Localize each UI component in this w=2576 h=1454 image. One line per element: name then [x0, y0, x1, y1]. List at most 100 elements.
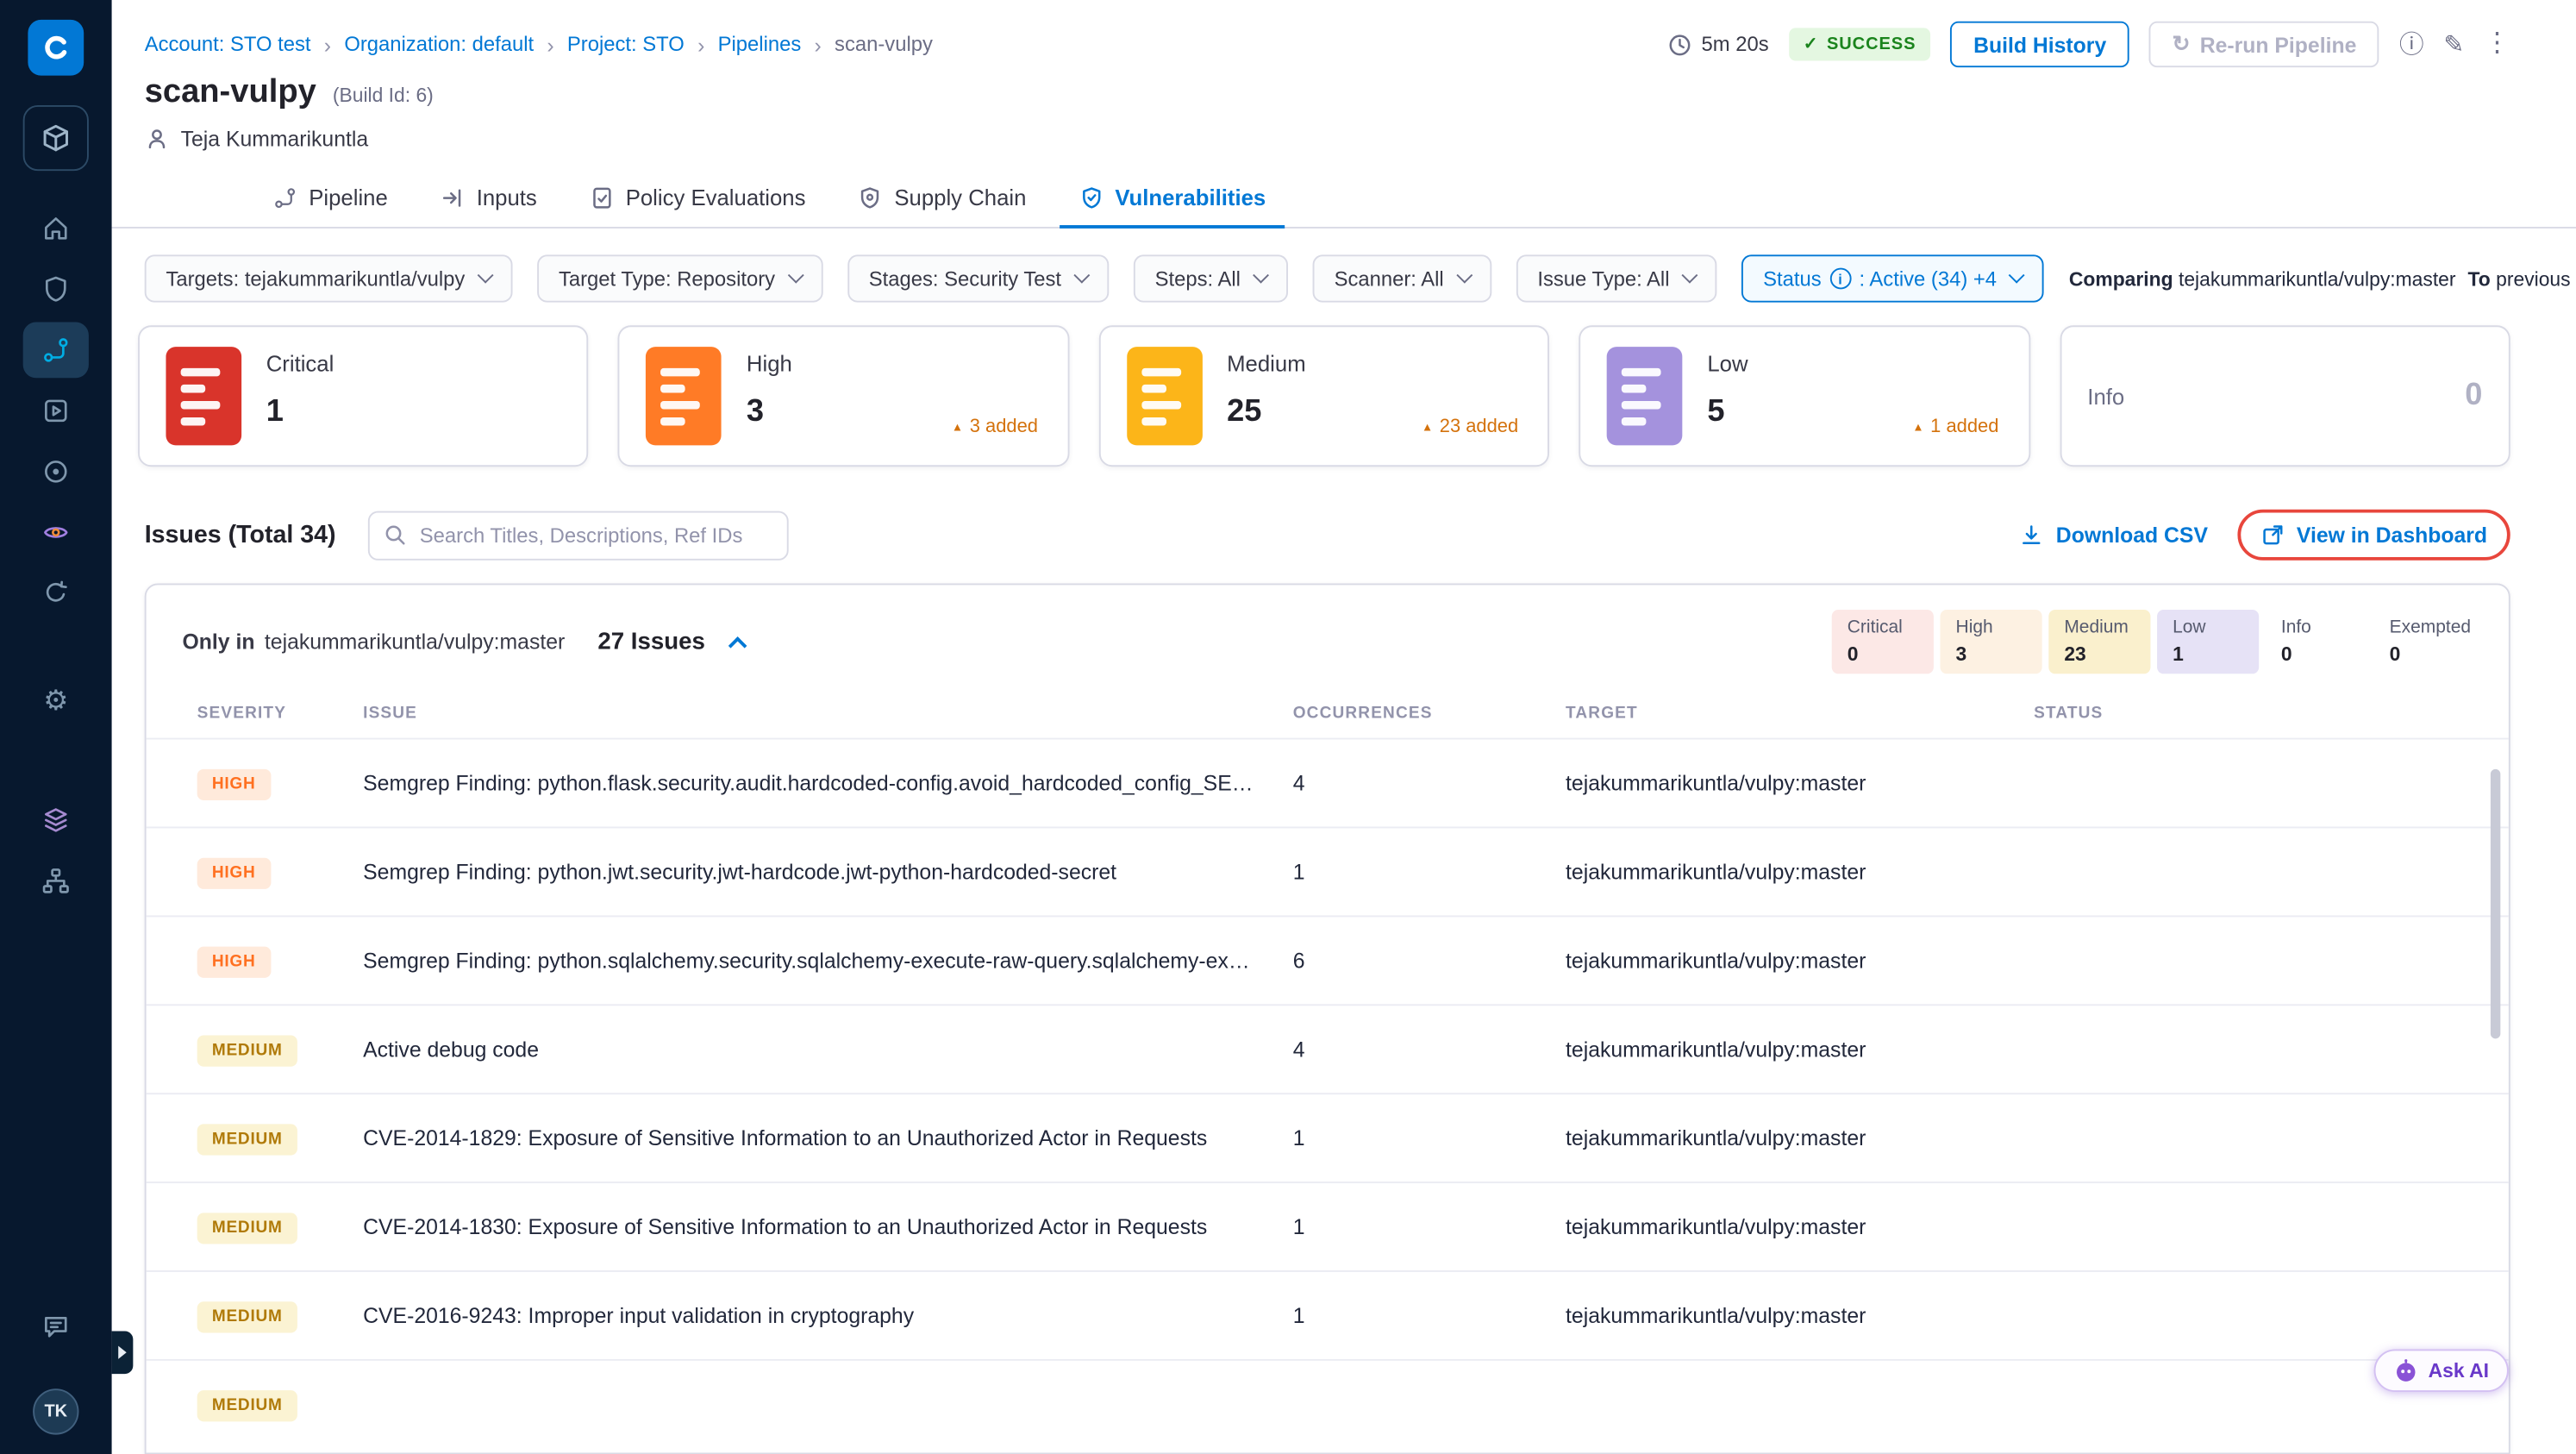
breadcrumb-project[interactable]: Project: STO — [567, 33, 685, 56]
card-label: Medium — [1227, 351, 1306, 377]
tab-pipeline[interactable]: Pipeline — [253, 171, 407, 229]
collapse-chevron-icon[interactable] — [728, 636, 747, 655]
added-indicator: ▲ 1 added — [1912, 417, 1998, 437]
chat-icon[interactable] — [23, 1298, 89, 1354]
issues-actions: Download CSV View in Dashboard — [2020, 509, 2510, 561]
ask-ai-button[interactable]: Ask AI — [2373, 1349, 2509, 1393]
nav-home-icon[interactable] — [23, 200, 89, 256]
status-filter[interactable]: Status i : Active (34) +4 — [1741, 254, 2045, 303]
nav-module-layers-icon[interactable] — [23, 792, 89, 848]
nav-shield-scan-icon[interactable] — [23, 261, 89, 317]
card-label: High — [746, 351, 792, 377]
project-selector-icon[interactable] — [22, 104, 89, 172]
kebab-menu-icon[interactable]: ⋮ — [2484, 30, 2510, 57]
duration-value: 5m 20s — [1701, 33, 1769, 56]
breadcrumb-account[interactable]: Account: STO test — [145, 33, 311, 56]
only-in-label: Only in — [182, 629, 255, 655]
view-in-dashboard-button[interactable]: View in Dashboard — [2260, 523, 2487, 548]
breadcrumb-organization[interactable]: Organization: default — [344, 33, 534, 56]
high-card[interactable]: High 3 ▲ 3 added — [618, 325, 1070, 467]
vulnerabilities-tab-icon — [1079, 185, 1104, 210]
issue-title[interactable]: CVE-2014-1829: Exposure of Sensitive Inf… — [363, 1125, 1293, 1150]
title-row: scan-vulpy (Build Id: 6) — [112, 67, 2576, 111]
steps-filter[interactable]: Steps: All — [1133, 254, 1289, 303]
occurrences-count: 1 — [1292, 1303, 1305, 1328]
stages-filter-label: Stages: Security Test — [868, 266, 1062, 291]
table-header-row: SEVERITY ISSUE OCCURRENCES TARGET STATUS — [147, 688, 2509, 737]
issue-title[interactable]: Semgrep Finding: python.flask.security.a… — [363, 771, 1293, 796]
added-count: 23 added — [1439, 417, 1519, 437]
table-row[interactable]: MEDIUM CVE-2014-1830: Exposure of Sensit… — [146, 1181, 2509, 1270]
chevron-down-icon — [1681, 266, 1698, 284]
card-count: 5 — [1707, 394, 1725, 429]
issue-type-filter[interactable]: Issue Type: All — [1516, 254, 1717, 303]
issue-title[interactable]: Semgrep Finding: python.jwt.security.jwt… — [363, 860, 1293, 885]
nav-pipelines-icon[interactable] — [22, 322, 89, 379]
harness-logo-icon[interactable] — [28, 19, 84, 76]
table-row[interactable]: MEDIUM CVE-2014-1829: Exposure of Sensit… — [146, 1093, 2509, 1181]
nav-settings-icon[interactable]: ⚙ — [23, 672, 89, 728]
group-title: Only in tejakummarikuntla/vulpy:master 2… — [182, 629, 747, 655]
table-scrollbar[interactable] — [2490, 768, 2501, 1039]
table-row[interactable]: MEDIUM — [146, 1358, 2509, 1448]
top-actions: 5m 20s ✓ SUCCESS Build History ↻ Re-run … — [1667, 21, 2510, 68]
tab-policy-evaluations[interactable]: Policy Evaluations — [570, 171, 825, 229]
supply-chain-tab-icon — [858, 185, 883, 210]
stages-filter[interactable]: Stages: Security Test — [847, 254, 1110, 303]
edit-pencil-icon[interactable]: ✎ — [2443, 32, 2464, 57]
target-type-filter[interactable]: Target Type: Repository — [537, 254, 823, 303]
rerun-pipeline-button[interactable]: ↻ Re-run Pipeline — [2148, 21, 2380, 68]
pipeline-tab-icon — [272, 185, 297, 210]
nav-deployments-icon[interactable] — [23, 444, 89, 500]
tab-inputs[interactable]: Inputs — [421, 171, 557, 229]
tab-supply-chain-label: Supply Chain — [894, 185, 1027, 210]
occurrences-count: 1 — [1292, 859, 1305, 885]
app-window: ⚙ TK Account: STO test › Organization: d… — [0, 0, 2576, 1454]
sidebar-bottom: TK — [23, 1298, 89, 1454]
added-count: 3 added — [969, 417, 1038, 437]
low-severity-icon — [1607, 347, 1683, 446]
nav-sto-eye-icon[interactable] — [23, 505, 89, 561]
medium-card[interactable]: Medium 25 ▲ 23 added — [1098, 325, 1550, 467]
low-card[interactable]: Low 5 ▲ 1 added — [1579, 325, 2030, 467]
tab-vulnerabilities[interactable]: Vulnerabilities — [1059, 171, 1286, 229]
medium-severity-icon — [1126, 347, 1203, 446]
user-avatar[interactable]: TK — [33, 1388, 79, 1435]
nav-org-chart-icon[interactable] — [23, 853, 89, 909]
download-icon — [2023, 525, 2041, 544]
chevron-down-icon — [1253, 266, 1270, 284]
breadcrumb-separator: › — [547, 32, 554, 57]
search-input[interactable] — [368, 510, 790, 560]
info-card[interactable]: Info 0 — [2059, 325, 2510, 467]
issue-title[interactable]: CVE-2014-1830: Exposure of Sensitive Inf… — [363, 1214, 1293, 1239]
nav-gitops-icon[interactable] — [23, 566, 89, 622]
sidebar-expand-handle[interactable] — [111, 1331, 134, 1375]
targets-filter[interactable]: Targets: tejakummarikuntla/vulpy — [144, 254, 513, 303]
ask-ai-label: Ask AI — [2428, 1358, 2489, 1382]
build-history-button[interactable]: Build History — [1950, 21, 2129, 68]
chip-label: Info — [2280, 617, 2311, 638]
table-row[interactable]: MEDIUM Active debug code 4 tejakummariku… — [146, 1004, 2509, 1093]
table-row[interactable]: HIGH Semgrep Finding: python.jwt.securit… — [146, 826, 2509, 916]
issue-title[interactable]: Active debug code — [363, 1037, 1293, 1062]
table-row[interactable]: HIGH Semgrep Finding: python.flask.secur… — [146, 737, 2509, 827]
topbar: Account: STO test › Organization: defaul… — [112, 0, 2576, 68]
download-csv-button[interactable]: Download CSV — [2020, 523, 2208, 548]
tab-inputs-label: Inputs — [476, 185, 537, 210]
scanner-filter[interactable]: Scanner: All — [1312, 254, 1491, 303]
nav-executions-icon[interactable] — [23, 383, 89, 439]
issue-title[interactable]: Semgrep Finding: python.sqlalchemy.secur… — [363, 949, 1293, 974]
chip-medium: Medium 23 — [2049, 609, 2152, 674]
info-icon[interactable]: ⓘ — [2399, 32, 2424, 57]
table-row[interactable]: MEDIUM CVE-2016-9243: Improper input val… — [146, 1270, 2509, 1359]
critical-card[interactable]: Critical 1 — [138, 325, 589, 467]
tab-supply-chain[interactable]: Supply Chain — [839, 171, 1047, 229]
table-row[interactable]: HIGH Semgrep Finding: python.sqlalchemy.… — [146, 915, 2509, 1004]
occurrences-count: 1 — [1292, 1214, 1305, 1239]
breadcrumb-pipelines[interactable]: Pipelines — [718, 33, 802, 56]
chip-value: 0 — [1847, 642, 1859, 666]
chip-critical: Critical 0 — [1832, 609, 1935, 674]
breadcrumb-separator: › — [814, 32, 822, 57]
issue-title[interactable]: CVE-2016-9243: Improper input validation… — [363, 1303, 1293, 1328]
scanner-filter-label: Scanner: All — [1334, 266, 1444, 291]
